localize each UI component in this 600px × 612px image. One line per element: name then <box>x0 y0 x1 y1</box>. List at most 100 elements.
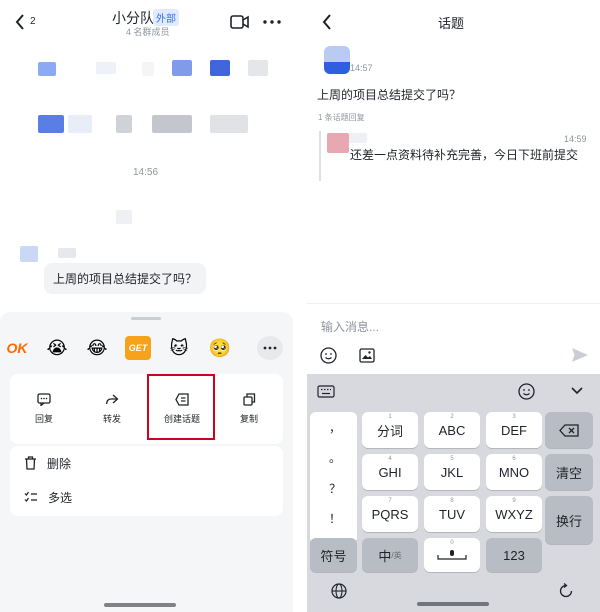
key-number: 9 <box>512 498 516 504</box>
topic-message[interactable]: 上周的项目总结提交了吗？ <box>317 86 461 103</box>
punct-comma[interactable]: ， <box>329 419 341 436</box>
send-icon[interactable] <box>569 344 591 366</box>
blurred-content <box>142 62 154 76</box>
get-emoji[interactable]: GET <box>125 336 151 360</box>
keyboard-icon[interactable] <box>315 382 337 400</box>
crying-laugh-emoji[interactable]: 😭 <box>44 336 70 360</box>
key-label: GHI <box>378 464 402 480</box>
collapse-keyboard-icon[interactable] <box>566 382 588 400</box>
copy-icon <box>243 393 256 406</box>
refresh-icon[interactable] <box>556 581 576 601</box>
symbols-key[interactable]: 符号 <box>310 538 357 572</box>
highlight-box <box>147 374 215 440</box>
key-label: TUV <box>439 506 465 522</box>
back-icon[interactable] <box>317 12 337 32</box>
sheet-handle[interactable] <box>131 317 161 320</box>
message-composer: 输入消息... <box>307 303 600 374</box>
key-ghi[interactable]: 4 GHI <box>362 454 418 490</box>
punct-exclaim[interactable]: ！ <box>329 510 341 527</box>
blurred-content <box>210 115 248 133</box>
key-label: PQRS <box>371 506 409 522</box>
key-def[interactable]: 3 DEF <box>486 412 542 448</box>
key-number: 3 <box>512 414 516 420</box>
more-emoji-icon[interactable] <box>257 336 283 360</box>
home-indicator[interactable] <box>104 603 176 607</box>
image-icon[interactable] <box>357 345 377 365</box>
selected-message[interactable]: 上周的项目总结提交了吗？ <box>44 263 207 294</box>
ok-emoji[interactable]: OK <box>4 336 30 360</box>
numbers-key[interactable]: 123 <box>486 538 542 572</box>
copy-button[interactable]: 复制 <box>215 374 283 444</box>
blurred-content <box>68 115 92 133</box>
clear-key[interactable]: 清空 <box>545 454 593 490</box>
key-number: 1 <box>388 414 392 420</box>
key-tuv[interactable]: 8 TUV <box>424 496 480 532</box>
microphone-icon <box>437 550 467 560</box>
key-label: MNO <box>498 464 530 480</box>
key-mno[interactable]: 6 MNO <box>486 454 542 490</box>
multiselect-button[interactable]: 多选 <box>10 480 283 514</box>
forward-button[interactable]: 转发 <box>78 374 146 444</box>
space-key-number: 0 <box>450 540 454 546</box>
blurred-avatar <box>38 62 56 76</box>
punct-period[interactable]: 。 <box>329 449 341 466</box>
key-label: 分词 <box>376 423 403 439</box>
video-call-icon[interactable] <box>229 13 249 31</box>
forward-label: 转发 <box>102 414 121 424</box>
enter-key[interactable]: 换行 <box>545 496 593 544</box>
delete-button[interactable]: 删除 <box>10 446 283 480</box>
reply-count: 1 条话题回复 <box>318 113 365 122</box>
key-number: 5 <box>450 456 454 462</box>
blurred-content <box>172 60 192 76</box>
back-icon[interactable] <box>10 12 30 32</box>
blurred-content <box>210 60 230 76</box>
reply-button[interactable]: 回复 <box>10 374 78 444</box>
member-count[interactable]: 4 名群成员 <box>126 25 170 38</box>
sender-avatar-part <box>324 62 350 74</box>
key-abc[interactable]: 2 ABC <box>424 412 480 448</box>
reply-thread-line <box>319 131 321 181</box>
cat-emoji[interactable]: 🐱 <box>166 336 192 360</box>
emoji-icon[interactable] <box>318 345 338 365</box>
blurred-content <box>96 62 116 74</box>
message-action-sheet: OK 😭 😂 GET 🐱 🥺 回复 转发 创建话题 复制 删除 多选 <box>0 312 293 612</box>
key-jkl[interactable]: 5 JKL <box>424 454 480 490</box>
sender-avatar[interactable] <box>20 246 38 262</box>
blurred-content <box>248 60 268 76</box>
sticker-icon[interactable] <box>515 381 537 401</box>
pleading-emoji[interactable]: 🥺 <box>207 336 233 360</box>
key-pqrs[interactable]: 7 PQRS <box>362 496 418 532</box>
language-key[interactable]: 中/英 <box>362 538 418 572</box>
punct-question[interactable]: ？ <box>329 480 341 497</box>
delete-label: 删除 <box>47 456 72 471</box>
blurred-avatar <box>38 115 64 133</box>
replier-avatar[interactable] <box>327 133 349 153</box>
globe-icon[interactable] <box>329 581 349 601</box>
key-label: JKL <box>440 464 464 480</box>
message-time: 14:56 <box>133 167 159 178</box>
key-number: 2 <box>450 414 454 420</box>
backspace-key[interactable] <box>545 412 593 448</box>
key-number: 7 <box>388 498 392 504</box>
key-wxyz[interactable]: 9 WXYZ <box>486 496 542 532</box>
chat-header: 2 小分队 外部 4 名群成员 <box>0 0 293 44</box>
menu-card: 删除 多选 <box>10 446 283 516</box>
replier-name-blurred <box>349 133 367 143</box>
home-indicator[interactable] <box>417 602 489 606</box>
unread-count: 2 <box>30 16 36 27</box>
blurred-content <box>152 115 192 133</box>
more-icon[interactable] <box>262 13 282 31</box>
message-input[interactable]: 输入消息... <box>315 312 592 340</box>
multiselect-icon <box>24 491 37 502</box>
key-label: DEF <box>501 422 527 438</box>
laughing-emoji[interactable]: 😂 <box>84 336 110 360</box>
chat-panel: 2 小分队 外部 4 名群成员 14:56 上周的项目总结提交了吗？ OK 😭 … <box>0 0 293 612</box>
reply-text[interactable]: 还差一点资料待补充完善，今日下班前提交 <box>350 147 590 163</box>
backspace-icon <box>559 423 579 437</box>
blurred-content <box>116 115 132 133</box>
key-分词[interactable]: 1 分词 <box>362 412 418 448</box>
language-label: 中 <box>378 548 392 564</box>
key-number: 8 <box>450 498 454 504</box>
language-sub: /英 <box>391 550 402 560</box>
space-key[interactable]: 0 <box>424 538 480 572</box>
